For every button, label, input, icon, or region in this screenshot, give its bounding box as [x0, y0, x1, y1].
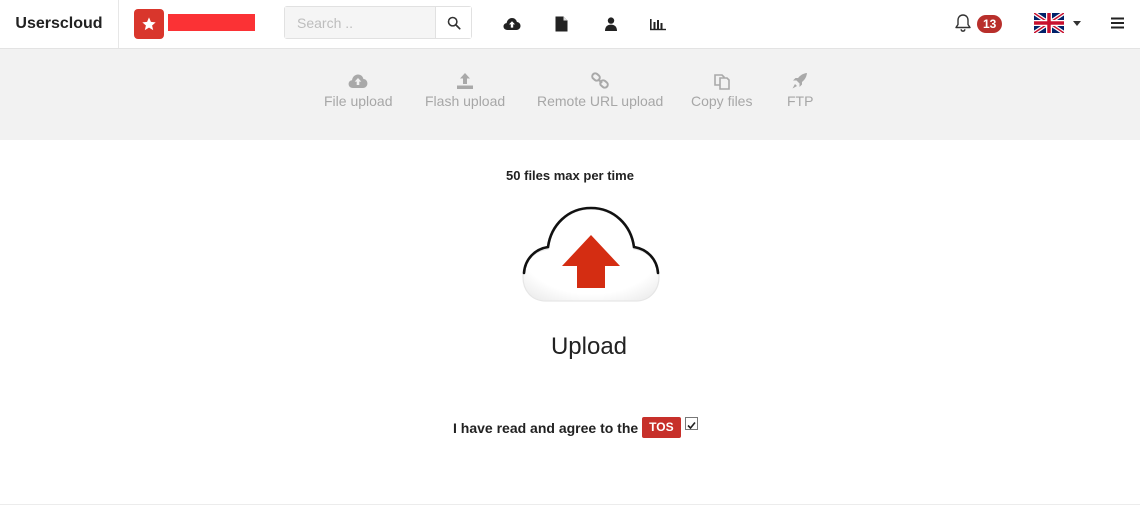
file-icon: [555, 16, 567, 32]
language-selector[interactable]: [1032, 11, 1066, 35]
divider: [0, 504, 1140, 505]
max-files-note: 50 files max per time: [506, 168, 634, 183]
tab-label: File upload: [324, 93, 393, 109]
upload-icon: [457, 73, 474, 89]
link-icon: [591, 72, 609, 89]
redacted-username: [168, 14, 255, 31]
tab-label: FTP: [787, 93, 814, 109]
tab-label: Flash upload: [425, 93, 506, 109]
stats-icon: [650, 19, 666, 31]
tos-agreement: I have read and agree to the TOS: [453, 417, 698, 438]
tab-ftp[interactable]: FTP: [787, 72, 813, 109]
copy-icon: [713, 74, 730, 90]
tab-label: Copy files: [691, 93, 753, 109]
tab-copy-files[interactable]: Copy files: [691, 72, 752, 109]
tab-label: Remote URL upload: [537, 93, 664, 109]
stats-nav-button[interactable]: [648, 14, 668, 34]
brand-logo[interactable]: Userscloud: [0, 0, 119, 48]
search-box: [284, 6, 472, 39]
menu-icon: [1111, 17, 1124, 29]
upload-label: Upload: [550, 333, 628, 360]
tos-checkbox[interactable]: [684, 417, 698, 430]
search-input[interactable]: [285, 7, 435, 38]
notification-count-badge[interactable]: 13: [977, 15, 1003, 33]
top-navbar: Userscloud Search .. 13: [0, 0, 1140, 49]
star-icon: [142, 17, 156, 31]
upload-drop-zone[interactable]: [520, 205, 662, 305]
cloud-upload-icon: [522, 206, 660, 302]
tab-remote-url-upload[interactable]: Remote URL upload: [537, 72, 663, 109]
upload-method-tabs: File upload Flash upload Remote URL uplo…: [0, 49, 1140, 140]
uk-flag-icon: [1032, 11, 1066, 35]
rocket-icon: [792, 73, 808, 89]
search-icon: [447, 16, 461, 30]
cloud-upload-icon: [503, 18, 521, 30]
search-button[interactable]: [435, 7, 471, 38]
upload-nav-button[interactable]: [502, 14, 522, 34]
favorite-button[interactable]: [134, 9, 164, 39]
notifications-button[interactable]: [954, 13, 974, 35]
hamburger-menu-button[interactable]: [1111, 16, 1124, 29]
checkmark-icon: [687, 421, 696, 430]
tab-file-upload[interactable]: File upload: [324, 72, 393, 109]
cloud-upload-icon: [348, 74, 368, 88]
account-nav-button[interactable]: [601, 14, 621, 34]
chevron-down-icon[interactable]: [1073, 21, 1081, 26]
tos-link[interactable]: TOS: [642, 417, 681, 438]
user-icon: [605, 17, 617, 31]
bell-icon: [955, 14, 971, 32]
tab-flash-upload[interactable]: Flash upload: [425, 72, 505, 109]
tos-text: I have read and agree to the: [453, 419, 639, 436]
files-nav-button[interactable]: [551, 14, 571, 34]
